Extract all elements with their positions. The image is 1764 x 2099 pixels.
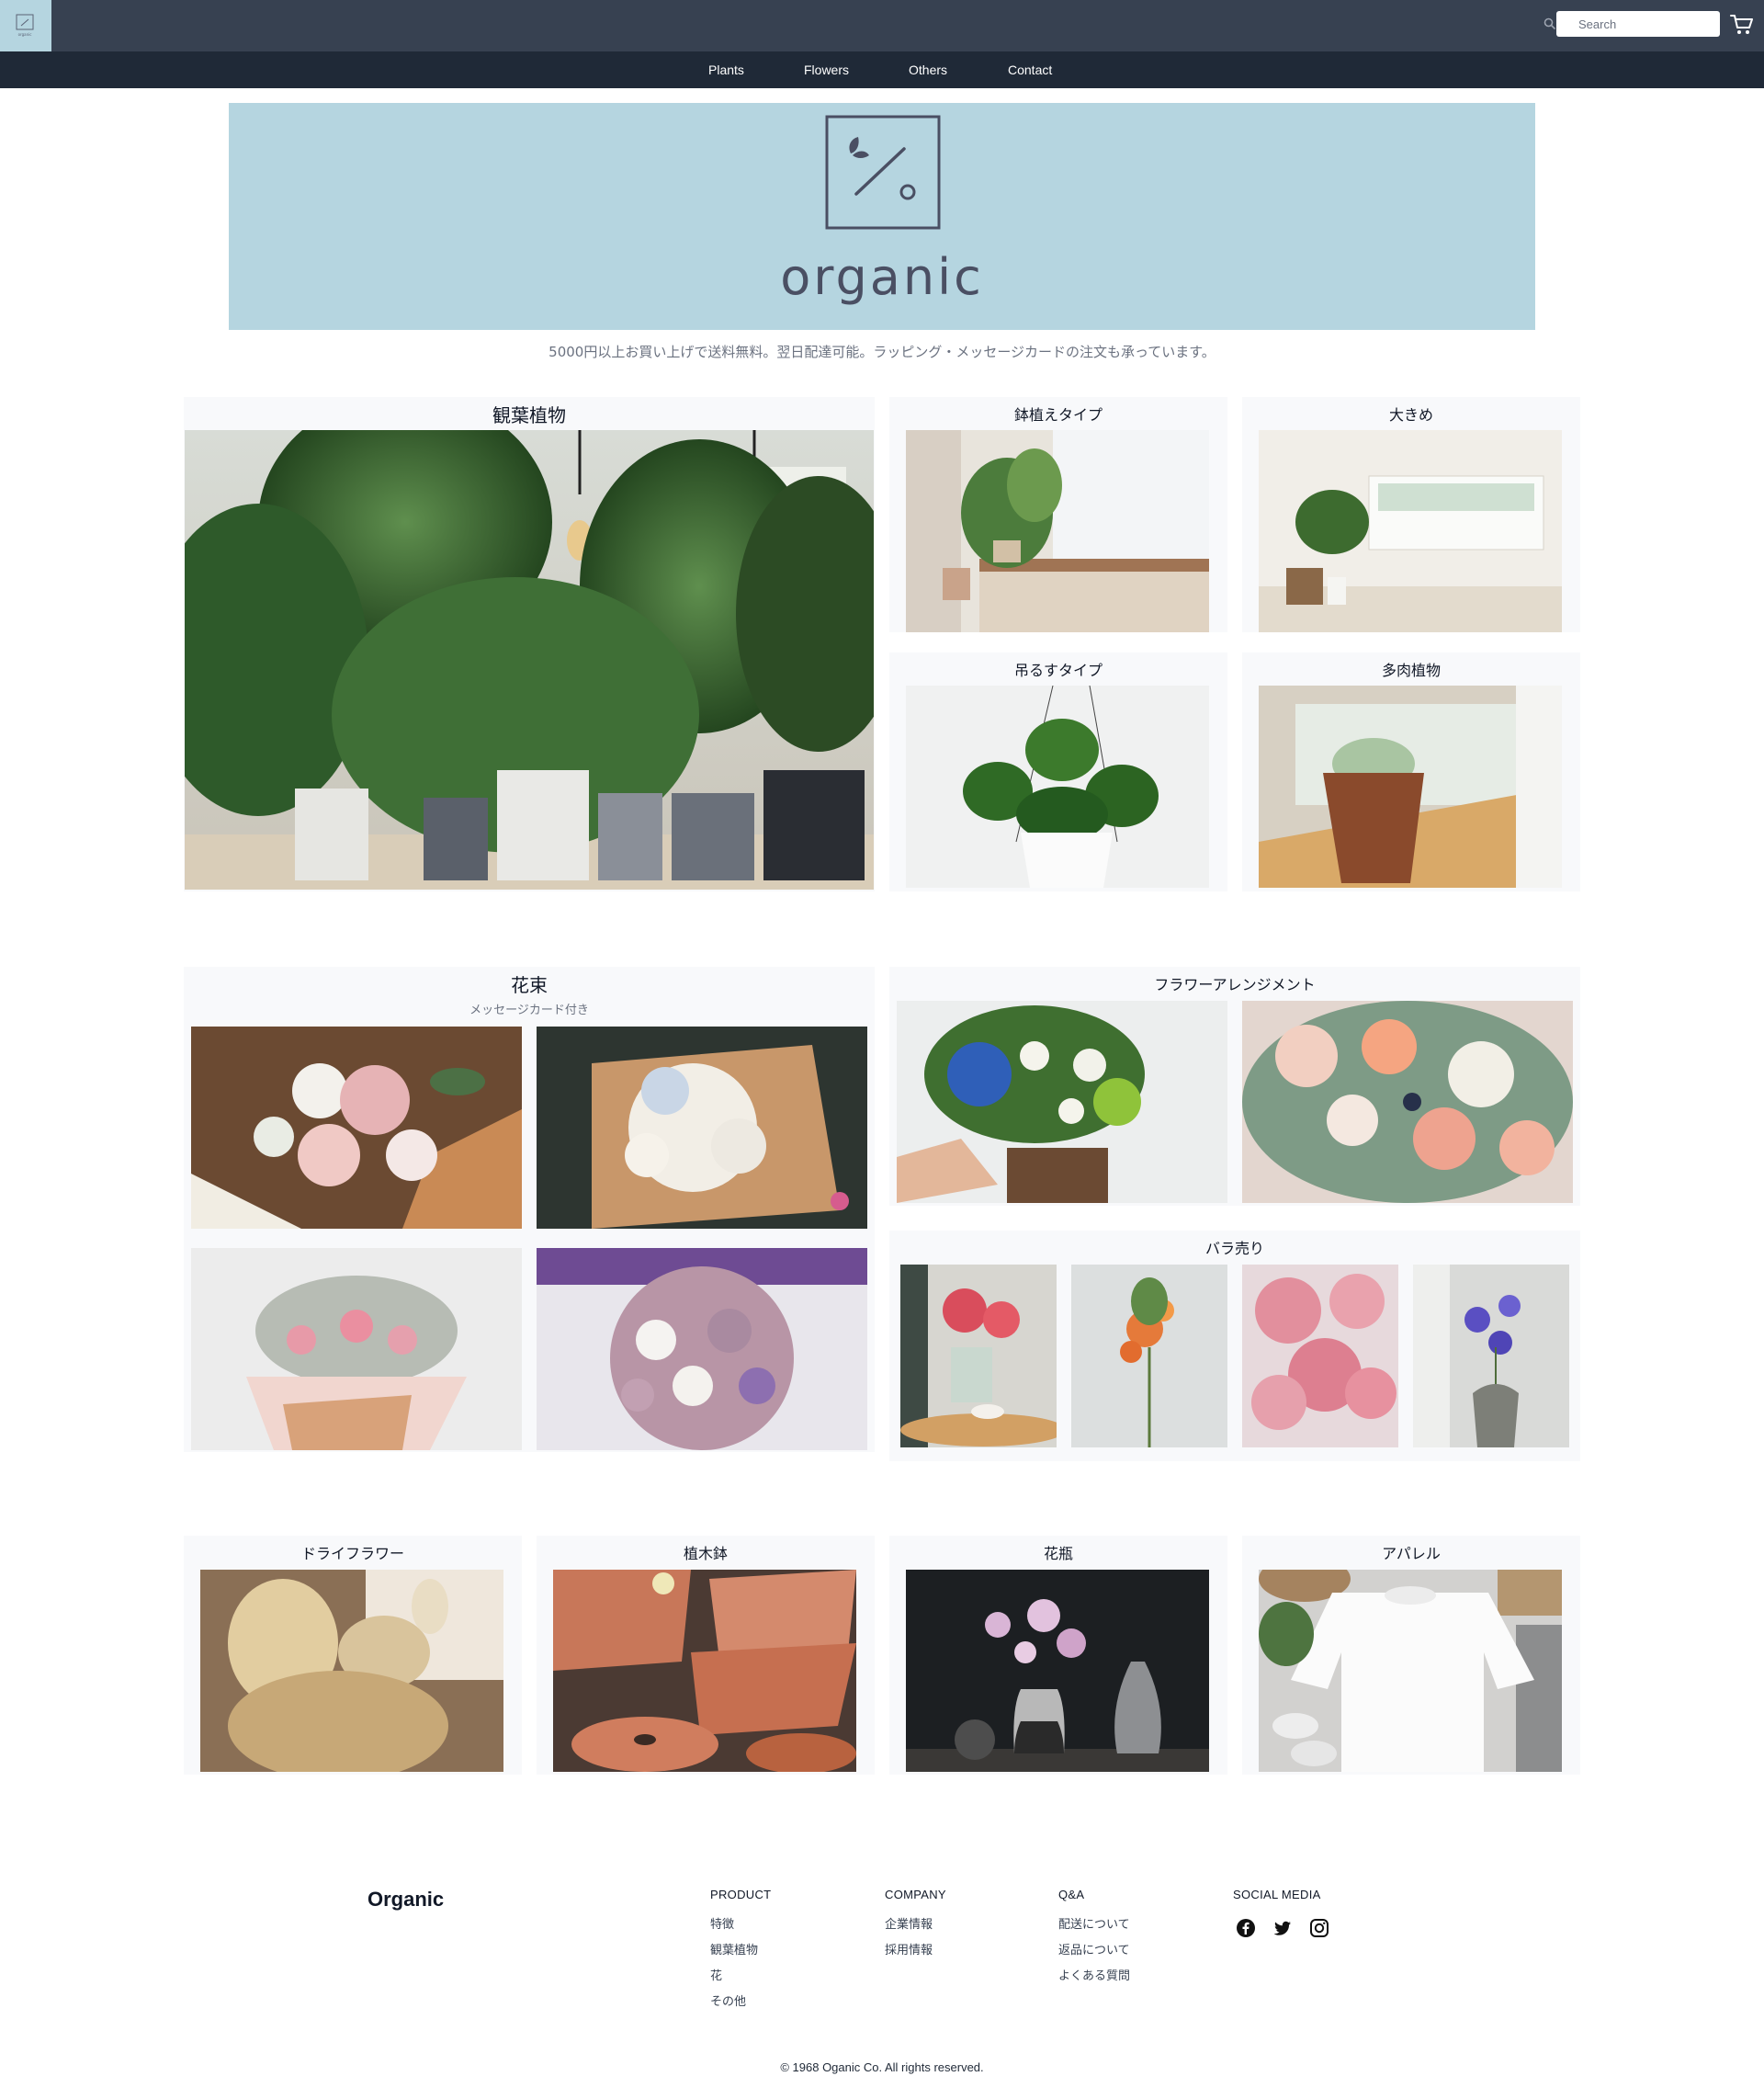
footer-link-shipping[interactable]: 配送について — [1058, 1914, 1130, 1932]
footer-heading: PRODUCT — [710, 1888, 772, 1901]
bouquet-photo-1[interactable] — [191, 1027, 522, 1229]
footer-heading: Q&A — [1058, 1888, 1085, 1901]
instagram-icon[interactable] — [1309, 1918, 1329, 1938]
single-stem-photo-2[interactable] — [1071, 1265, 1227, 1447]
bouquet-photo-4[interactable] — [537, 1248, 867, 1450]
facebook-icon[interactable] — [1236, 1918, 1256, 1938]
card-title: 観葉植物 — [492, 404, 566, 426]
card-title: 花瓶 — [1043, 1545, 1073, 1562]
succulent-photo[interactable] — [1259, 686, 1562, 888]
nav-others[interactable]: Others — [909, 51, 947, 88]
arrangement-photo-1[interactable] — [897, 1001, 1227, 1203]
nav-flowers[interactable]: Flowers — [804, 51, 849, 88]
large-plants-photo[interactable] — [1259, 430, 1562, 632]
card-potted-type[interactable]: 鉢植えタイプ — [889, 397, 1227, 632]
logo-wordmark: organic — [18, 32, 32, 37]
card-large-plants[interactable]: 大きめ — [1242, 397, 1580, 632]
site-logo[interactable]: organic — [0, 0, 51, 51]
card-title: 吊るすタイプ — [1013, 662, 1102, 679]
footer-link-faq[interactable]: よくある質問 — [1058, 1966, 1130, 1983]
footer-link-careers[interactable]: 採用情報 — [885, 1940, 946, 1957]
hanging-plant-photo[interactable] — [906, 686, 1209, 888]
single-stem-photo-1[interactable] — [900, 1265, 1057, 1447]
single-stem-photo-4[interactable] — [1413, 1265, 1569, 1447]
card-title: ドライフラワー — [300, 1545, 404, 1562]
bouquet-photo-3[interactable] — [191, 1248, 522, 1450]
cart-icon[interactable] — [1729, 13, 1755, 37]
footer-heading: SOCIAL MEDIA — [1233, 1888, 1321, 1901]
card-foliage-plants[interactable]: 観葉植物 — [184, 397, 875, 891]
card-dried-flowers[interactable]: ドライフラワー — [184, 1536, 522, 1775]
apparel-photo[interactable] — [1259, 1570, 1562, 1772]
footer-col-product: PRODUCT 特徴 観葉植物 花 その他 — [710, 1888, 771, 2017]
footer-link-others[interactable]: その他 — [710, 1991, 771, 2009]
footer-link-foliage[interactable]: 観葉植物 — [710, 1940, 771, 1957]
potted-plants-photo[interactable] — [906, 430, 1209, 632]
footer-col-social: SOCIAL MEDIA — [1233, 1888, 1321, 1914]
single-stem-photo-3[interactable] — [1242, 1265, 1398, 1447]
card-flower-arrangements[interactable]: フラワーアレンジメント — [889, 967, 1580, 1206]
copyright: © 1968 Oganic Co. All rights reserved. — [780, 2060, 984, 2074]
card-title: バラ売り — [1204, 1240, 1264, 1257]
card-subtitle: メッセージカード付き — [469, 1004, 589, 1017]
banner-wordmark: organic — [780, 248, 984, 306]
nav-plants[interactable]: Plants — [708, 51, 744, 88]
bouquet-photo-2[interactable] — [537, 1027, 867, 1229]
card-title: フラワーアレンジメント — [1154, 976, 1316, 993]
hero-banner: organic — [229, 103, 1535, 330]
card-title: アパレル — [1382, 1545, 1441, 1562]
logo-mark-icon: organic — [16, 14, 34, 37]
dried-flowers-photo[interactable] — [200, 1570, 503, 1772]
card-vases[interactable]: 花瓶 — [889, 1536, 1227, 1775]
footer-link-features[interactable]: 特徴 — [710, 1914, 771, 1932]
card-succulents[interactable]: 多肉植物 — [1242, 652, 1580, 891]
card-title: 植木鉢 — [683, 1545, 728, 1562]
card-title: 花束 — [511, 974, 548, 996]
top-header: organic — [0, 0, 1764, 51]
card-bouquets[interactable]: 花束 メッセージカード付き — [184, 967, 875, 1452]
arrangement-photo-2[interactable] — [1242, 1001, 1573, 1203]
card-single-stems[interactable]: バラ売り — [889, 1231, 1580, 1461]
footer-link-flowers[interactable]: 花 — [710, 1966, 771, 1983]
footer-link-company-info[interactable]: 企業情報 — [885, 1914, 946, 1932]
card-title: 鉢植えタイプ — [1013, 406, 1102, 424]
twitter-icon[interactable] — [1272, 1918, 1293, 1938]
card-planters[interactable]: 植木鉢 — [537, 1536, 875, 1775]
nav-contact[interactable]: Contact — [1008, 51, 1052, 88]
card-title: 多肉植物 — [1381, 662, 1441, 679]
footer-col-qa: Q&A 配送について 返品について よくある質問 — [1058, 1888, 1130, 1991]
foliage-plants-photo[interactable] — [185, 430, 874, 890]
planters-photo[interactable] — [553, 1570, 856, 1772]
search-input[interactable] — [1556, 11, 1720, 37]
footer-link-returns[interactable]: 返品について — [1058, 1940, 1130, 1957]
footer-heading: COMPANY — [885, 1888, 946, 1901]
card-apparel[interactable]: アパレル — [1242, 1536, 1580, 1775]
vases-photo[interactable] — [906, 1570, 1209, 1772]
shipping-tagline: 5000円以上お買い上げで送料無料。翌日配達可能。ラッピング・メッセージカードの… — [548, 344, 1216, 360]
search-icon[interactable] — [1544, 17, 1556, 30]
card-title: 大きめ — [1388, 406, 1433, 424]
organic-logo-icon — [825, 115, 941, 230]
main-nav: Plants Flowers Others Contact — [0, 51, 1764, 88]
footer-col-company: COMPANY 企業情報 採用情報 — [885, 1888, 946, 1966]
card-hanging-type[interactable]: 吊るすタイプ — [889, 652, 1227, 891]
footer-brand: Organic — [368, 1888, 445, 1911]
